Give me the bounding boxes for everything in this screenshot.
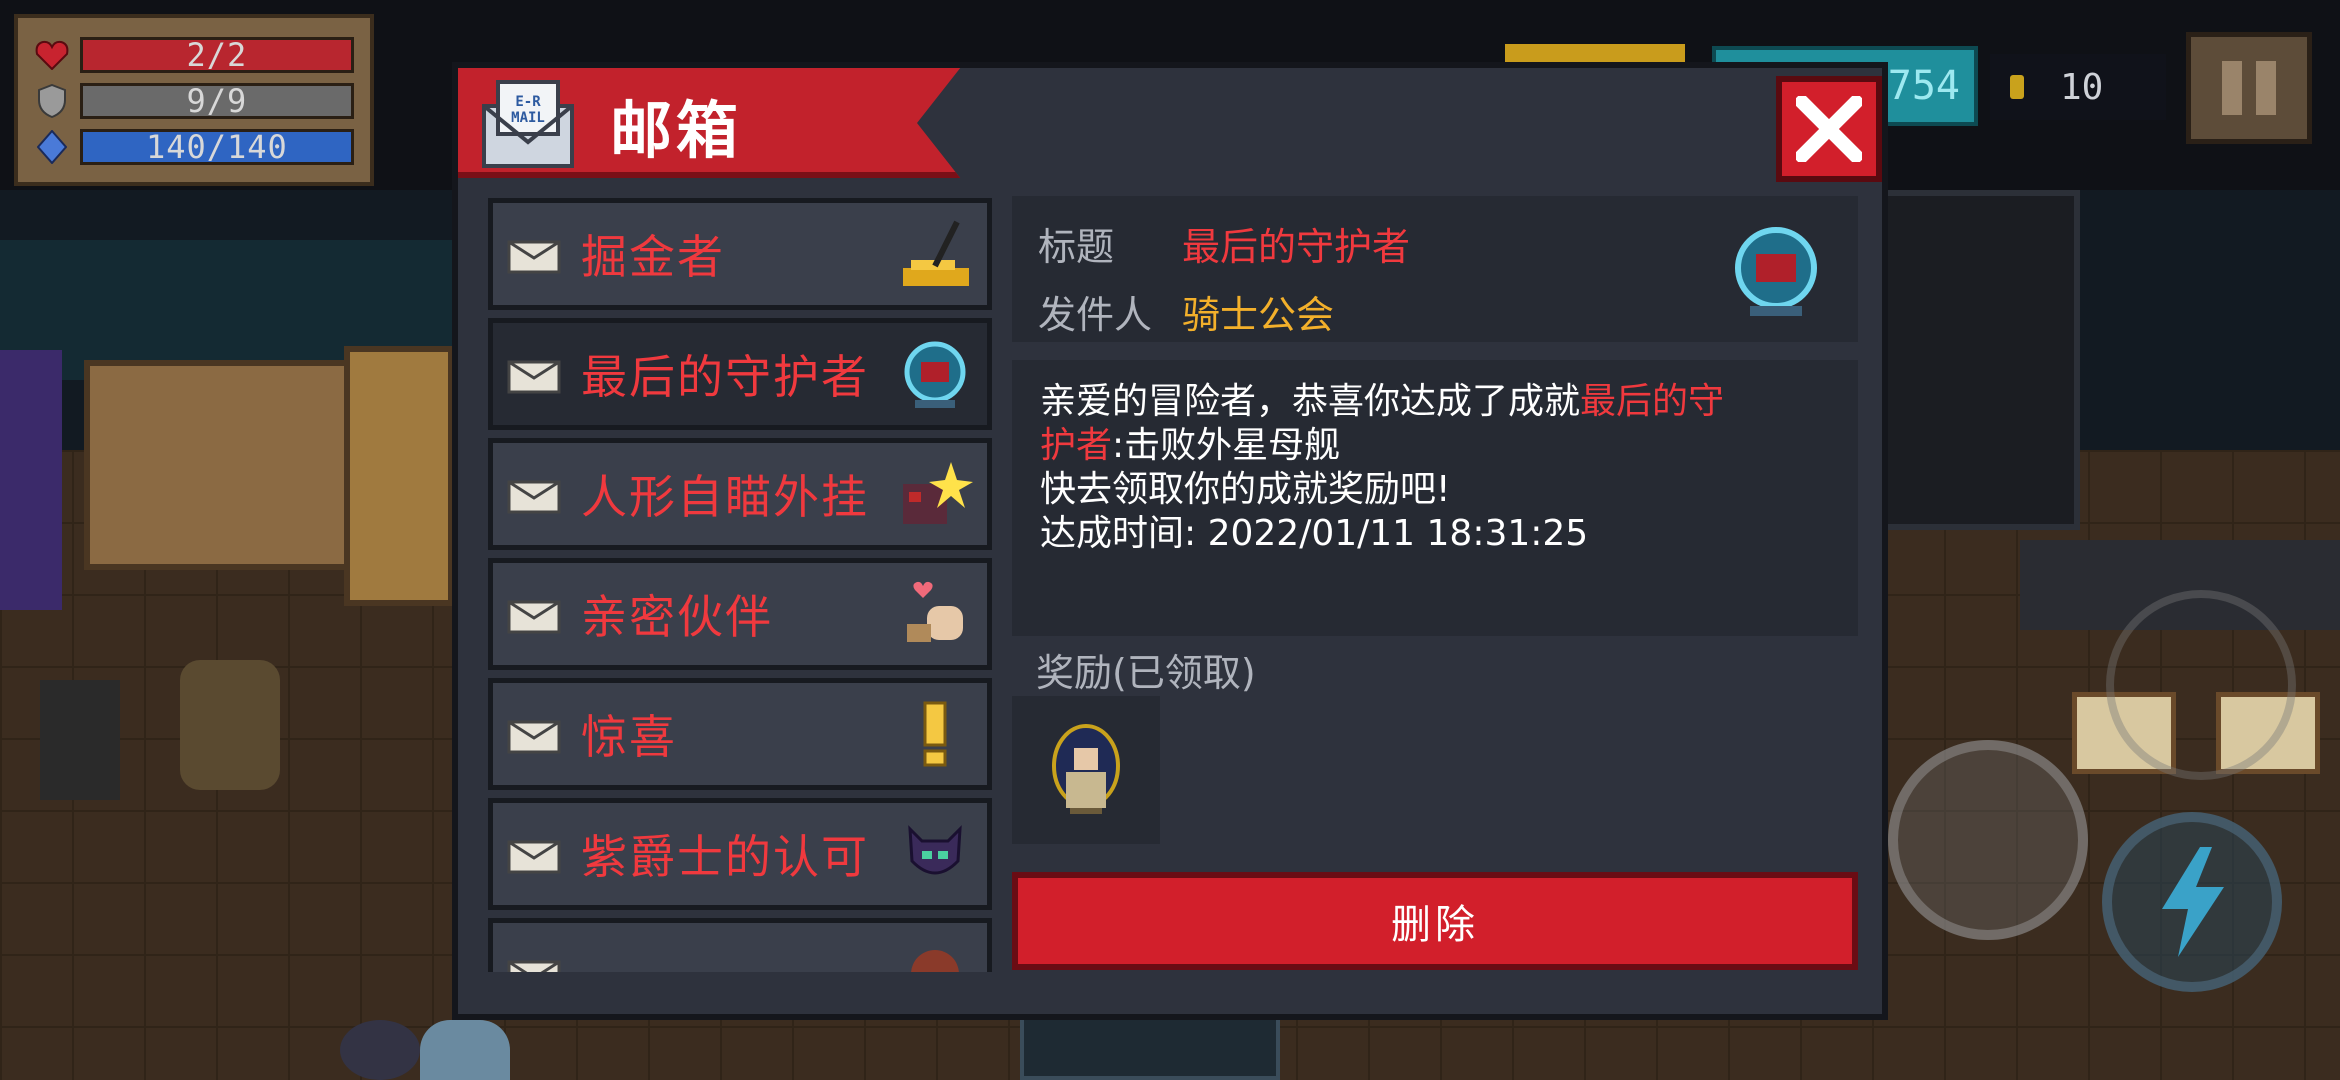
title-value: 最后的守护者 [1182, 225, 1411, 269]
mail-item-auto-aim[interactable]: 人形自瞄外挂 [488, 438, 992, 550]
health-bar: 2/2 [79, 36, 354, 74]
body-line-1: 亲爱的冒险者，恭喜你达成了成就最后的守 [1040, 381, 1725, 422]
shield-icon [34, 83, 70, 119]
achievement-name-cont: 护者 [1040, 425, 1113, 466]
exclamation-icon [893, 692, 977, 776]
pause-button[interactable] [2186, 32, 2312, 144]
mailbox-title: 邮箱 [610, 94, 743, 167]
mail-item-close-partner[interactable]: 亲密伙伴 [488, 558, 992, 670]
mail-item-partial[interactable] [488, 918, 992, 972]
envelope-icon [507, 960, 561, 972]
envelope-icon [507, 720, 561, 754]
lightning-skill-button[interactable] [2102, 812, 2282, 992]
armor-bar: 9/9 [79, 82, 354, 120]
mail-item-label: 惊喜 [581, 710, 677, 764]
energy-bar: 140/140 [79, 128, 354, 166]
envelope-icon [507, 840, 561, 874]
envelope-icon [507, 600, 561, 634]
heart-icon [34, 37, 70, 73]
mail-detail-body: 亲爱的冒险者，恭喜你达成了成就最后的守 护者:击败外星母舰 快去领取你的成就奖励… [1012, 360, 1858, 636]
character-skin-icon [1052, 724, 1120, 814]
sender-value: 骑士公会 [1182, 293, 1335, 337]
purple-knight-icon [893, 812, 977, 896]
close-button[interactable] [1776, 76, 1882, 182]
guardian-orb-icon [893, 332, 977, 416]
delete-button[interactable]: 删除 [1012, 872, 1858, 970]
coin-count: 10 [2060, 66, 2104, 108]
body-line-3: 快去领取你的成就奖励吧! [1040, 469, 1451, 510]
achievement-name: 最后的守 [1580, 381, 1725, 422]
heart-pet-icon [893, 572, 977, 656]
mail-detail-header: 标题 最后的守护者 发件人 骑士公会 [1012, 196, 1858, 342]
mailbox-dialog: E-R MAIL 邮箱 掘金者 最后的守护者 人形自瞄外挂 亲密伙伴 惊喜 紫爵… [452, 62, 1888, 1020]
weapon-swap-button[interactable] [2106, 590, 2296, 780]
mail-item-label: 人形自瞄外挂 [581, 470, 869, 524]
mail-item-surprise[interactable]: 惊喜 [488, 678, 992, 790]
close-icon [1796, 96, 1862, 162]
mail-list[interactable]: 掘金者 最后的守护者 人形自瞄外挂 亲密伙伴 惊喜 紫爵士的认可 [488, 198, 996, 972]
health-row: 2/2 [34, 32, 354, 78]
partial-icon [893, 932, 977, 972]
title-label: 标题 [1038, 225, 1115, 269]
diamond-icon [34, 129, 70, 165]
mail-item-last-guardian[interactable]: 最后的守护者 [488, 318, 992, 430]
coin-icon [2010, 75, 2024, 99]
coin-counter: 10 [1990, 54, 2166, 120]
envelope-icon [507, 240, 561, 274]
player-stats-panel: 2/2 9/9 140/140 [14, 14, 374, 186]
mail-item-label: 最后的守护者 [581, 350, 869, 404]
mail-item-purple-knight[interactable]: 紫爵士的认可 [488, 798, 992, 910]
pause-icon [2222, 61, 2242, 115]
skill-button[interactable] [1888, 740, 2088, 940]
envelope-icon [507, 480, 561, 514]
envelope-icon [507, 360, 561, 394]
svg-text:MAIL: MAIL [511, 110, 545, 126]
mail-item-label: 掘金者 [581, 230, 725, 284]
mail-item-gold-digger[interactable]: 掘金者 [488, 198, 992, 310]
pharaoh-statue [344, 346, 454, 606]
left-machine [0, 350, 62, 610]
mail-item-label: 亲密伙伴 [581, 590, 773, 644]
svg-text:E-R: E-R [515, 94, 541, 110]
mail-envelope-icon: E-R MAIL [480, 76, 576, 170]
energy-row: 140/140 [34, 124, 354, 170]
sender-label: 发件人 [1038, 293, 1153, 337]
armor-row: 9/9 [34, 78, 354, 124]
npc-character [180, 660, 280, 790]
guardian-orb-icon [1728, 224, 1824, 320]
pharaoh-mural [84, 360, 354, 570]
achieved-time: 达成时间: 2022/01/11 18:31:25 [1040, 513, 1589, 554]
body-line-2: 护者:击败外星母舰 [1040, 425, 1341, 466]
computer-terminal [40, 680, 120, 800]
gold-pile-shovel-icon [893, 212, 977, 296]
reward-item-slot[interactable] [1012, 696, 1160, 844]
robot-spark-icon [893, 452, 977, 536]
mail-item-label: 紫爵士的认可 [581, 830, 869, 884]
lightning-icon [2162, 847, 2224, 957]
reward-label: 奖励(已领取) [1036, 651, 1256, 695]
